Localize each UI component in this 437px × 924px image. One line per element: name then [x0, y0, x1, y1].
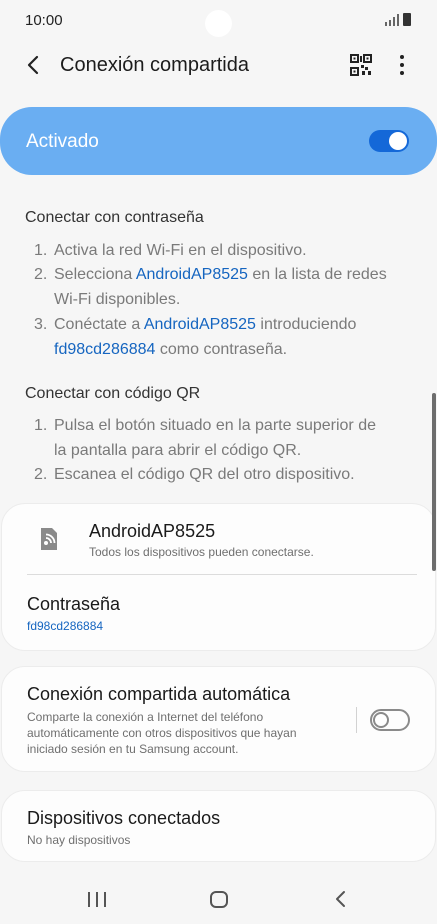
camera-cutout — [205, 10, 232, 37]
password-row[interactable]: Contraseña fd98cd286884 — [2, 575, 437, 651]
auto-hotspot-title: Conexión compartida automática — [27, 684, 291, 704]
more-options-button[interactable] — [392, 52, 412, 78]
hotspot-master-switch[interactable]: Activado — [0, 107, 437, 175]
home-button[interactable] — [210, 891, 228, 908]
qr-section-heading: Conectar con código QR — [25, 385, 201, 402]
more-dot — [400, 55, 404, 59]
connected-devices-title: Dispositivos conectados — [27, 808, 221, 828]
auto-hotspot-description: Comparte la conexión a Internet del telé… — [27, 710, 297, 756]
app-bar: Conexión compartida — [0, 42, 437, 92]
instruction-step: 2. Escanea el código QR del otro disposit… — [34, 466, 355, 483]
navigation-bar — [0, 876, 437, 924]
instruction-step: 3. Conéctate a AndroidAP8525 introduciend… — [34, 316, 357, 358]
hotspot-icon — [41, 528, 57, 550]
signal-icon — [385, 14, 399, 26]
network-name-link: AndroidAP8525 — [135, 266, 248, 283]
page-title: Conexión compartida — [60, 54, 249, 76]
status-time: 10:00 — [25, 12, 63, 29]
auto-hotspot-card[interactable]: Conexión compartida automática Comparte … — [1, 666, 436, 772]
more-dot — [400, 63, 404, 67]
recents-icon — [88, 892, 90, 907]
toggle-knob — [373, 712, 389, 728]
back-button[interactable] — [18, 50, 48, 80]
back-nav-button[interactable] — [334, 890, 346, 908]
toggle-knob — [389, 132, 407, 150]
password-label: Contraseña — [27, 594, 121, 614]
instruction-step: 1. Pulsa el botón situado en la parte sup… — [34, 417, 376, 459]
scrollbar[interactable] — [432, 393, 436, 571]
master-toggle[interactable] — [369, 130, 409, 152]
qr-code-button[interactable] — [348, 52, 374, 78]
instruction-step: 2. Selecciona AndroidAP8525 en la lista d… — [34, 266, 387, 308]
connected-devices-status: No hay dispositivos — [27, 833, 131, 847]
qr-code-icon — [350, 54, 372, 76]
battery-icon — [403, 13, 411, 26]
network-name: AndroidAP8525 — [89, 521, 216, 541]
instruction-step: 1. Activa la red Wi-Fi en el dispositivo. — [34, 242, 307, 259]
network-card: AndroidAP8525 Todos los dispositivos pue… — [1, 503, 436, 651]
connected-devices-card[interactable]: Dispositivos conectados No hay dispositi… — [1, 790, 436, 862]
divider — [356, 707, 357, 733]
password-value: fd98cd286884 — [27, 619, 104, 633]
more-dot — [400, 71, 404, 75]
status-bar: 10:00 — [0, 0, 437, 42]
network-visibility: Todos los dispositivos pueden conectarse… — [89, 545, 314, 559]
chevron-left-icon — [27, 55, 39, 75]
password-section-heading: Conectar con contraseña — [25, 209, 204, 226]
master-switch-label: Activado — [26, 131, 99, 152]
recents-button[interactable] — [88, 892, 106, 907]
password-link: fd98cd286884 — [54, 341, 156, 358]
network-name-link: AndroidAP8525 — [143, 316, 256, 333]
network-name-row[interactable]: AndroidAP8525 Todos los dispositivos pue… — [2, 504, 437, 574]
auto-hotspot-toggle[interactable] — [370, 709, 410, 731]
